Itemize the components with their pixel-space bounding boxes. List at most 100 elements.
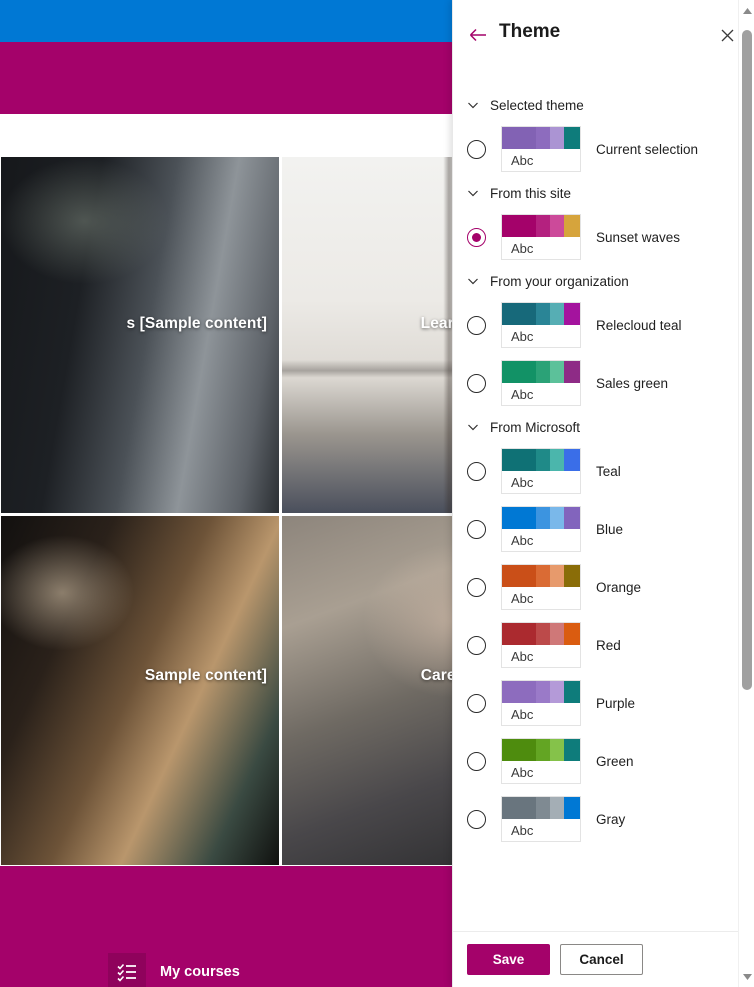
theme-swatch: Abc [501, 564, 581, 610]
card-title: s [Sample content] [126, 315, 267, 332]
scroll-up-icon[interactable] [739, 2, 754, 19]
swatch-color [564, 507, 580, 529]
swatch-color [564, 623, 580, 645]
section-header[interactable]: From this site [453, 178, 738, 208]
theme-swatch: Abc [501, 360, 581, 406]
swatch-color [550, 127, 565, 149]
theme-option[interactable]: Abc Gray [453, 790, 738, 848]
chevron-down-icon [468, 278, 478, 285]
theme-name: Orange [596, 579, 642, 595]
section-header[interactable]: From Microsoft [453, 412, 738, 442]
swatch-color [550, 361, 565, 383]
theme-option[interactable]: Abc Current selection [453, 120, 738, 178]
section-header[interactable]: From your organization [453, 266, 738, 296]
content-card[interactable]: s [Sample content] [0, 156, 280, 514]
swatch-color [536, 449, 551, 471]
swatch-color [550, 797, 565, 819]
swatch-sample-text: Abc [511, 152, 534, 168]
swatch-color [502, 361, 537, 383]
content-card[interactable]: Sample content] [0, 515, 280, 866]
swatch-color [536, 507, 551, 529]
swatch-colors [502, 623, 580, 645]
theme-radio[interactable] [467, 809, 486, 829]
chevron-down-icon [468, 102, 478, 109]
swatch-sample-text: Abc [511, 590, 534, 606]
theme-option[interactable]: Abc Red [453, 616, 738, 674]
theme-radio[interactable] [467, 519, 486, 539]
back-arrow-icon[interactable] [467, 24, 489, 46]
theme-name: Purple [596, 695, 636, 711]
theme-radio[interactable] [467, 315, 486, 335]
theme-option[interactable]: Abc Blue [453, 500, 738, 558]
panel-scrollbar[interactable] [738, 0, 754, 987]
chevron-down-icon [468, 190, 478, 197]
theme-option[interactable]: Abc Sunset waves [453, 208, 738, 266]
swatch-color [564, 739, 580, 761]
chevron-down-icon [468, 424, 478, 431]
theme-option[interactable]: Abc Relecloud teal [453, 296, 738, 354]
swatch-sample-text: Abc [511, 648, 534, 664]
swatch-colors [502, 565, 580, 587]
swatch-colors [502, 797, 580, 819]
theme-name: Red [596, 637, 621, 653]
theme-option[interactable]: Abc Green [453, 732, 738, 790]
swatch-color [564, 215, 580, 237]
theme-name: Sales green [596, 375, 669, 391]
theme-swatch: Abc [501, 796, 581, 842]
swatch-color [502, 565, 537, 587]
scroll-down-icon[interactable] [739, 968, 754, 985]
swatch-colors [502, 507, 580, 529]
swatch-color [502, 739, 537, 761]
card-title: Sample content] [144, 667, 267, 684]
close-icon[interactable] [714, 22, 740, 48]
swatch-colors [502, 127, 580, 149]
theme-radio[interactable] [467, 461, 486, 481]
section-header[interactable]: Selected theme [453, 90, 738, 120]
theme-radio[interactable] [467, 635, 486, 655]
theme-swatch: Abc [501, 738, 581, 784]
theme-name: Blue [596, 521, 624, 537]
theme-swatch: Abc [501, 506, 581, 552]
swatch-color [564, 681, 580, 703]
screen: s [Sample content] Learn a new lang Samp… [0, 0, 754, 987]
swatch-color [536, 565, 551, 587]
theme-option[interactable]: Abc Teal [453, 442, 738, 500]
theme-option[interactable]: Abc Sales green [453, 354, 738, 412]
save-button[interactable]: Save [467, 944, 550, 975]
panel-footer: Save Cancel [453, 931, 754, 987]
panel-body: Selected theme Abc Current selection From t… [453, 70, 754, 931]
swatch-color [550, 215, 565, 237]
panel-header: Theme [453, 0, 754, 70]
theme-option[interactable]: Abc Purple [453, 674, 738, 732]
theme-option[interactable]: Abc Orange [453, 558, 738, 616]
theme-radio[interactable] [467, 227, 486, 247]
section-label: Selected theme [490, 97, 584, 113]
swatch-sample-text: Abc [511, 240, 534, 256]
swatch-colors [502, 215, 580, 237]
swatch-sample-text: Abc [511, 474, 534, 490]
swatch-color [564, 797, 580, 819]
theme-radio[interactable] [467, 373, 486, 393]
theme-swatch: Abc [501, 214, 581, 260]
my-courses-link[interactable]: My courses [108, 953, 240, 987]
swatch-color [564, 449, 580, 471]
theme-radio[interactable] [467, 577, 486, 597]
swatch-color [536, 303, 551, 325]
swatch-color [564, 361, 580, 383]
scrollbar-thumb[interactable] [742, 30, 752, 690]
swatch-color [550, 623, 565, 645]
swatch-colors [502, 303, 580, 325]
checklist-icon [108, 953, 146, 987]
card-photo [1, 157, 279, 513]
theme-name: Teal [596, 463, 621, 479]
swatch-colors [502, 361, 580, 383]
theme-radio[interactable] [467, 693, 486, 713]
theme-radio[interactable] [467, 751, 486, 771]
theme-swatch: Abc [501, 448, 581, 494]
theme-radio[interactable] [467, 139, 486, 159]
swatch-color [502, 507, 537, 529]
cancel-button[interactable]: Cancel [560, 944, 643, 975]
swatch-color [564, 303, 580, 325]
theme-swatch: Abc [501, 302, 581, 348]
my-courses-label: My courses [160, 964, 240, 980]
